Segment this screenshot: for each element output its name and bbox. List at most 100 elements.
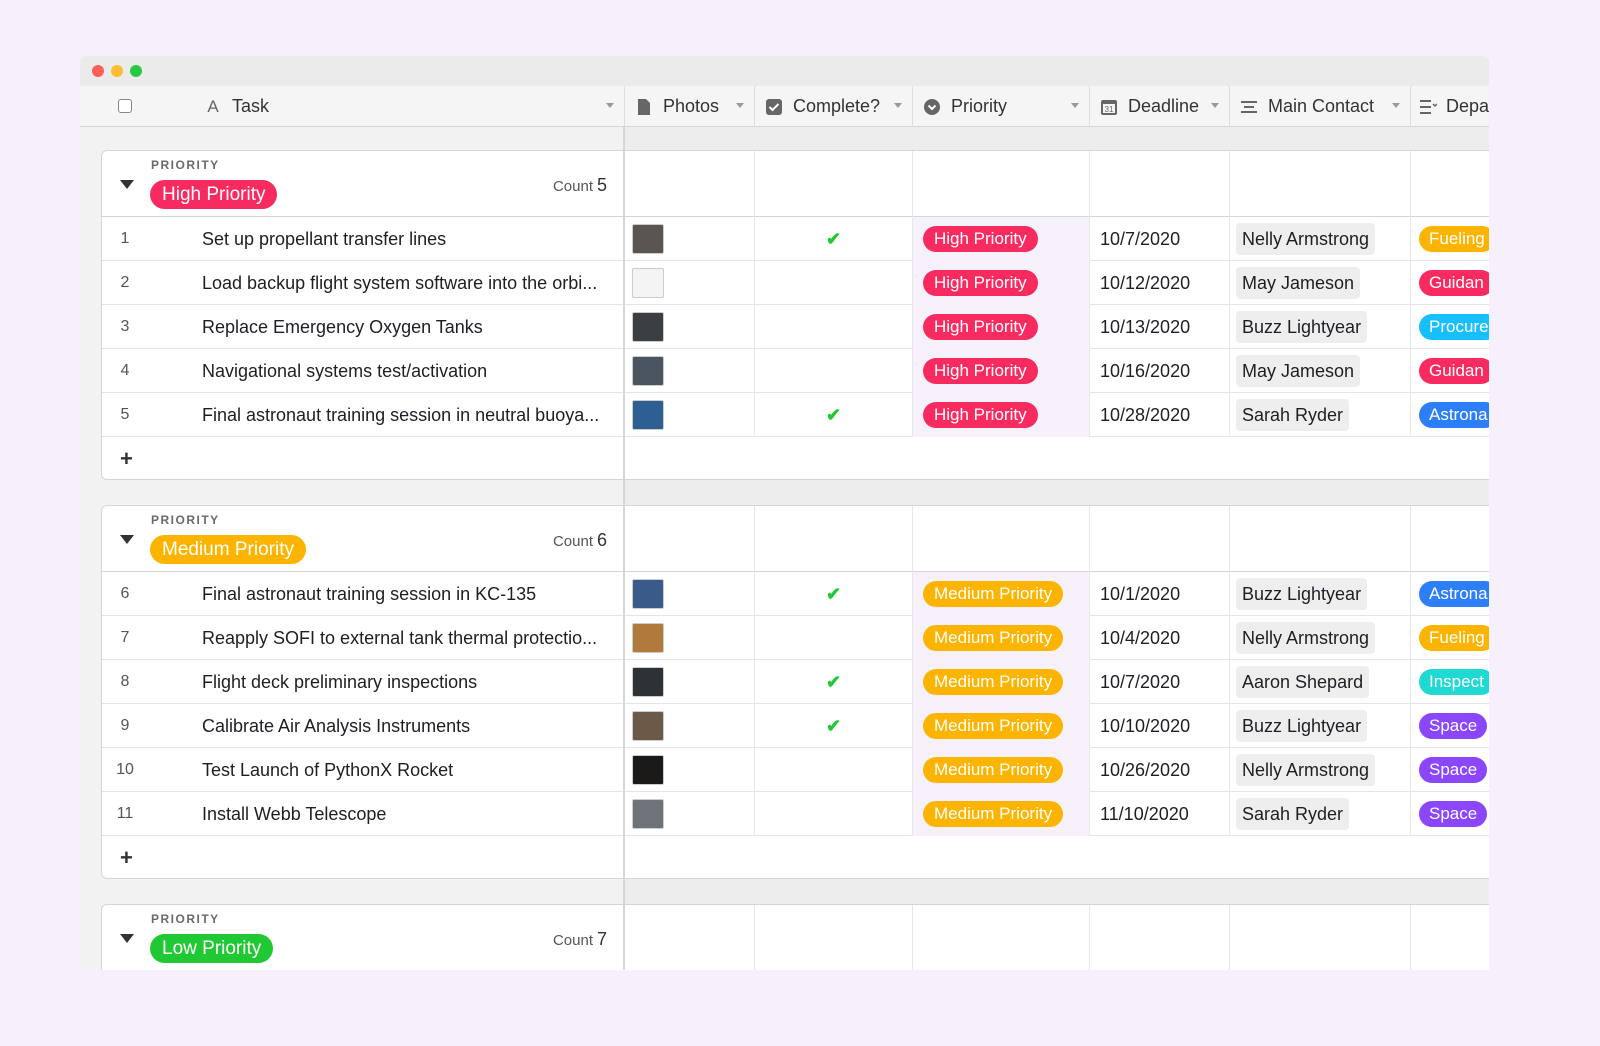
department-cell[interactable]: Fueling — [1411, 616, 1489, 660]
plus-icon[interactable]: + — [120, 845, 133, 871]
photo-thumbnail[interactable] — [632, 268, 664, 298]
priority-cell[interactable]: High Priority — [913, 217, 1090, 261]
minimize-window-button[interactable] — [111, 65, 123, 77]
deadline-cell[interactable]: 10/28/2020 — [1090, 393, 1230, 437]
task-cell[interactable]: Install Webb Telescope — [202, 804, 386, 825]
contact-cell[interactable]: Sarah Ryder — [1230, 792, 1411, 836]
photos-cell[interactable] — [625, 572, 755, 616]
table-row[interactable]: 9 Calibrate Air Analysis Instruments — [102, 704, 625, 748]
photos-cell[interactable] — [625, 305, 755, 349]
contact-cell[interactable]: May Jameson — [1230, 261, 1411, 305]
task-cell[interactable]: Test Launch of PythonX Rocket — [202, 760, 453, 781]
priority-cell[interactable]: Medium Priority — [913, 704, 1090, 748]
deadline-cell[interactable]: 10/26/2020 — [1090, 748, 1230, 792]
photos-cell[interactable] — [625, 660, 755, 704]
table-row[interactable]: 8 Flight deck preliminary inspections — [102, 660, 625, 704]
department-cell[interactable]: Fueling — [1411, 217, 1489, 261]
photo-thumbnail[interactable] — [632, 312, 664, 342]
complete-cell[interactable] — [755, 616, 913, 660]
photo-thumbnail[interactable] — [632, 224, 664, 254]
column-header-complete[interactable]: Complete? — [755, 86, 913, 127]
group-header[interactable]: PRIORITY High Priority Count 5 — [102, 151, 625, 217]
chevron-down-icon[interactable] — [736, 103, 744, 108]
priority-cell[interactable]: High Priority — [913, 305, 1090, 349]
table-row[interactable]: 1 Set up propellant transfer lines — [102, 217, 625, 261]
table-row-cells[interactable]: ✔ Medium Priority 10/7/2020 Aaron Shepar… — [625, 660, 1489, 704]
task-cell[interactable]: Final astronaut training session in KC-1… — [202, 584, 536, 605]
task-cell[interactable]: Load backup flight system software into … — [202, 273, 597, 294]
department-cell[interactable]: Inspect — [1411, 660, 1489, 704]
group-header[interactable]: PRIORITY Medium Priority Count 6 — [102, 506, 625, 572]
table-row[interactable]: 7 Reapply SOFI to external tank thermal … — [102, 616, 625, 660]
task-cell[interactable]: Calibrate Air Analysis Instruments — [202, 716, 470, 737]
photo-thumbnail[interactable] — [632, 799, 664, 829]
collapse-triangle-icon[interactable] — [120, 934, 134, 943]
photos-cell[interactable] — [625, 616, 755, 660]
chevron-down-icon[interactable] — [606, 103, 614, 108]
plus-icon[interactable]: + — [120, 446, 133, 472]
photo-thumbnail[interactable] — [632, 711, 664, 741]
table-row-cells[interactable]: ✔ Medium Priority 10/10/2020 Buzz Lighty… — [625, 704, 1489, 748]
table-row[interactable]: 6 Final astronaut training session in KC… — [102, 572, 625, 616]
deadline-cell[interactable]: 10/1/2020 — [1090, 572, 1230, 616]
photo-thumbnail[interactable] — [632, 623, 664, 653]
table-row[interactable]: 3 Replace Emergency Oxygen Tanks — [102, 305, 625, 349]
department-cell[interactable]: Space — [1411, 792, 1489, 836]
group-header[interactable]: PRIORITY Low Priority Count 7 — [102, 905, 625, 970]
photos-cell[interactable] — [625, 792, 755, 836]
photos-cell[interactable] — [625, 748, 755, 792]
contact-cell[interactable]: Buzz Lightyear — [1230, 305, 1411, 349]
complete-cell[interactable] — [755, 349, 913, 393]
deadline-cell[interactable]: 10/4/2020 — [1090, 616, 1230, 660]
deadline-cell[interactable]: 10/7/2020 — [1090, 217, 1230, 261]
deadline-cell[interactable]: 10/13/2020 — [1090, 305, 1230, 349]
column-header-deadline[interactable]: 31 Deadline — [1090, 86, 1230, 127]
select-all-checkbox[interactable] — [118, 99, 132, 113]
photos-cell[interactable] — [625, 349, 755, 393]
contact-cell[interactable]: Buzz Lightyear — [1230, 704, 1411, 748]
contact-cell[interactable]: Buzz Lightyear — [1230, 572, 1411, 616]
department-cell[interactable]: Guidan — [1411, 349, 1489, 393]
chevron-down-icon[interactable] — [1071, 103, 1079, 108]
department-cell[interactable]: Space — [1411, 748, 1489, 792]
priority-cell[interactable]: High Priority — [913, 261, 1090, 305]
complete-cell[interactable] — [755, 305, 913, 349]
complete-cell[interactable]: ✔ — [755, 572, 913, 616]
chevron-down-icon[interactable] — [1211, 103, 1219, 108]
deadline-cell[interactable]: 10/12/2020 — [1090, 261, 1230, 305]
table-row-cells[interactable]: ✔ Medium Priority 10/1/2020 Buzz Lightye… — [625, 572, 1489, 616]
chevron-down-icon[interactable] — [894, 103, 902, 108]
priority-cell[interactable]: High Priority — [913, 393, 1090, 437]
contact-cell[interactable]: Aaron Shepard — [1230, 660, 1411, 704]
add-record-row[interactable]: + — [102, 437, 625, 479]
priority-cell[interactable]: High Priority — [913, 349, 1090, 393]
photos-cell[interactable] — [625, 393, 755, 437]
task-cell[interactable]: Reapply SOFI to external tank thermal pr… — [202, 628, 597, 649]
photo-thumbnail[interactable] — [632, 579, 664, 609]
table-row[interactable]: 5 Final astronaut training session in ne… — [102, 393, 625, 437]
table-row-cells[interactable]: ✔ High Priority 10/7/2020 Nelly Armstron… — [625, 217, 1489, 261]
deadline-cell[interactable]: 10/16/2020 — [1090, 349, 1230, 393]
table-row-cells[interactable]: High Priority 10/12/2020 May Jameson Gui… — [625, 261, 1489, 305]
complete-cell[interactable]: ✔ — [755, 704, 913, 748]
priority-cell[interactable]: Medium Priority — [913, 616, 1090, 660]
complete-cell[interactable]: ✔ — [755, 660, 913, 704]
deadline-cell[interactable]: 11/10/2020 — [1090, 792, 1230, 836]
priority-cell[interactable]: Medium Priority — [913, 748, 1090, 792]
priority-cell[interactable]: Medium Priority — [913, 572, 1090, 616]
contact-cell[interactable]: Nelly Armstrong — [1230, 748, 1411, 792]
deadline-cell[interactable]: 10/10/2020 — [1090, 704, 1230, 748]
chevron-down-icon[interactable] — [1392, 103, 1400, 108]
collapse-triangle-icon[interactable] — [120, 535, 134, 544]
contact-cell[interactable]: May Jameson — [1230, 349, 1411, 393]
department-cell[interactable]: Astrona — [1411, 393, 1489, 437]
complete-cell[interactable] — [755, 748, 913, 792]
table-row[interactable]: 4 Navigational systems test/activation — [102, 349, 625, 393]
task-cell[interactable]: Flight deck preliminary inspections — [202, 672, 477, 693]
task-cell[interactable]: Set up propellant transfer lines — [202, 229, 446, 250]
zoom-window-button[interactable] — [130, 65, 142, 77]
column-header-main-contact[interactable]: Main Contact — [1230, 86, 1411, 127]
department-cell[interactable]: Guidan — [1411, 261, 1489, 305]
department-cell[interactable]: Astrona — [1411, 572, 1489, 616]
column-header-department[interactable]: Depa — [1411, 86, 1489, 127]
